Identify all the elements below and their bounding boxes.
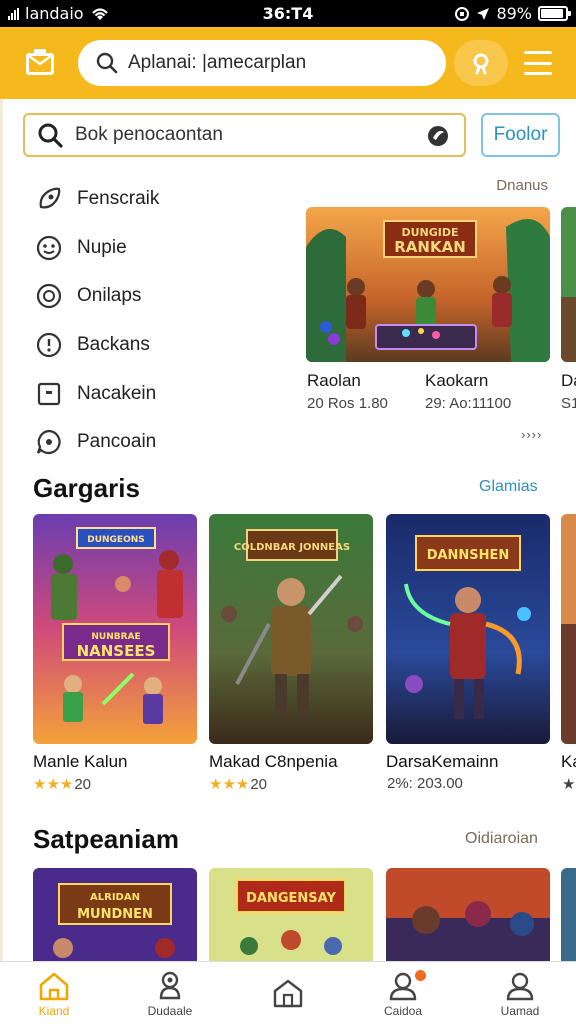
game-card-2[interactable]: COLDNBAR JONNEAS xyxy=(209,514,373,744)
category-item-onilaps[interactable]: Onilaps xyxy=(35,272,295,321)
main-content[interactable]: Bok penocaontan Foolor Fenscraik Nupie O… xyxy=(0,99,576,961)
nav-item-home[interactable]: Kiand xyxy=(4,962,104,1024)
search-icon xyxy=(96,52,118,74)
section-link-glamias[interactable]: Glamias xyxy=(479,478,538,496)
svg-text:DANGENSAY: DANGENSAY xyxy=(246,891,336,906)
featured-subtitle-2: 29: Ao:11100 xyxy=(425,395,512,412)
game-name-1: Manle Kalun xyxy=(33,752,128,771)
nav-item-store[interactable] xyxy=(238,962,338,1024)
svg-text:ALRIDAN: ALRIDAN xyxy=(90,892,140,903)
coin-icon xyxy=(36,284,62,309)
user-icon xyxy=(506,972,534,1000)
joystick-icon xyxy=(159,971,181,999)
game-art-2: COLDNBAR JONNEAS xyxy=(209,514,373,744)
location-icon xyxy=(477,7,490,20)
carousel-more-indicator[interactable]: ›››› xyxy=(521,427,542,442)
svg-text:RANKAN: RANKAN xyxy=(394,238,466,256)
game-meta-3: 2%: 203.00 xyxy=(387,775,463,792)
category-list: Fenscraik Nupie Onilaps Backans Nacakein… xyxy=(35,175,295,467)
voice-search-icon[interactable] xyxy=(426,124,450,148)
svg-text:DUNGEONS: DUNGEONS xyxy=(87,535,145,545)
game-art-3: DANNSHEN xyxy=(386,514,550,744)
game-card-8-partial[interactable] xyxy=(561,868,576,961)
nav-item-account[interactable]: Uamad xyxy=(470,962,570,1024)
nav-item-games[interactable]: Dudaale xyxy=(120,962,220,1024)
svg-text:NANSEES: NANSEES xyxy=(77,642,156,660)
search-icon xyxy=(38,123,63,148)
rocket-icon xyxy=(39,187,61,209)
battery-percent: 89% xyxy=(496,4,532,23)
game-box-icon[interactable] xyxy=(24,47,56,77)
category-item-nacakein[interactable]: Nacakein xyxy=(35,369,295,418)
profile-button[interactable] xyxy=(454,40,508,86)
svg-text:NUNBRAE: NUNBRAE xyxy=(91,632,140,642)
search-value: Bok penocaontan xyxy=(75,124,223,145)
game-card-6[interactable]: DANGENSAY xyxy=(209,868,373,961)
square-icon xyxy=(37,382,61,405)
section-link-oidiaroian[interactable]: Oidiaroian xyxy=(465,830,538,848)
profile-icon xyxy=(473,53,489,75)
game-name-3: DarsaKemainn xyxy=(386,752,499,771)
category-item-backans[interactable]: Backans xyxy=(35,321,295,370)
game-meta-4: ★0 xyxy=(562,776,576,793)
featured-card-partial[interactable] xyxy=(561,207,576,362)
alert-icon xyxy=(36,332,62,358)
category-item-nupie[interactable]: Nupie xyxy=(35,224,295,273)
featured-title-3: Da xyxy=(561,371,576,390)
game-card-4-partial[interactable] xyxy=(561,514,576,744)
svg-text:DANNSHEN: DANNSHEN xyxy=(427,548,510,563)
battery-icon xyxy=(538,6,571,21)
featured-subtitle-3: S1 xyxy=(561,395,576,412)
notification-badge xyxy=(415,970,426,981)
bottom-navigation: Kiand Dudaale Caidoa Uamad xyxy=(0,961,576,1024)
section-title-satpeaniam: Satpeaniam xyxy=(33,824,179,854)
home-icon xyxy=(39,972,69,1000)
svg-text:COLDNBAR JONNEAS: COLDNBAR JONNEAS xyxy=(234,542,350,553)
featured-title-2: Kaokarn xyxy=(425,371,489,390)
header-search-bar[interactable]: Aplanai: |amecarplan xyxy=(78,40,446,86)
featured-subtitle-1: 20 Ros 1.80 xyxy=(307,395,388,412)
section-title-gargaris: Gargaris xyxy=(33,473,140,503)
chat-icon xyxy=(36,430,61,455)
category-item-fenscraik[interactable]: Fenscraik xyxy=(35,175,295,224)
featured-more-link[interactable]: Dnanus xyxy=(496,177,548,194)
hamburger-menu-button[interactable] xyxy=(518,47,558,79)
category-item-pancoain[interactable]: Pancoain xyxy=(35,418,295,467)
app-header: Aplanai: |amecarplan xyxy=(0,27,576,99)
game-name-2: Makad C8npenia xyxy=(209,752,338,771)
header-search-text: Aplanai: |amecarplan xyxy=(128,52,307,73)
game-card-5[interactable]: ALRIDAN MUNDNEN xyxy=(33,868,197,961)
game-name-4: Ka xyxy=(561,752,576,771)
game-rating-2: ★★★ 20 xyxy=(209,775,268,794)
game-art-1: DUNGEONS NANSEES NUNBRAE xyxy=(33,514,197,744)
smile-icon xyxy=(36,235,62,260)
game-card-1[interactable]: DUNGEONS NANSEES NUNBRAE xyxy=(33,514,197,744)
hamburger-icon xyxy=(524,51,552,54)
store-icon xyxy=(273,979,303,1007)
nav-item-notifications[interactable]: Caidoa xyxy=(353,962,453,1024)
game-card-3[interactable]: DANNSHEN xyxy=(386,514,550,744)
svg-text:MUNDNEN: MUNDNEN xyxy=(77,907,153,922)
featured-game-art: DUNGIDE RANKAN xyxy=(306,207,550,362)
featured-card-main[interactable]: DUNGIDE RANKAN xyxy=(306,207,550,362)
featured-title-1: Raolan xyxy=(307,371,361,390)
search-input[interactable]: Bok penocaontan xyxy=(23,113,466,157)
status-bar: landaio 36:T4 89% xyxy=(0,0,576,27)
game-rating-1: ★★★ 20 xyxy=(33,775,92,794)
filter-button[interactable]: Foolor xyxy=(481,113,560,157)
lock-rotation-icon xyxy=(455,6,470,21)
game-card-7[interactable] xyxy=(386,868,550,961)
